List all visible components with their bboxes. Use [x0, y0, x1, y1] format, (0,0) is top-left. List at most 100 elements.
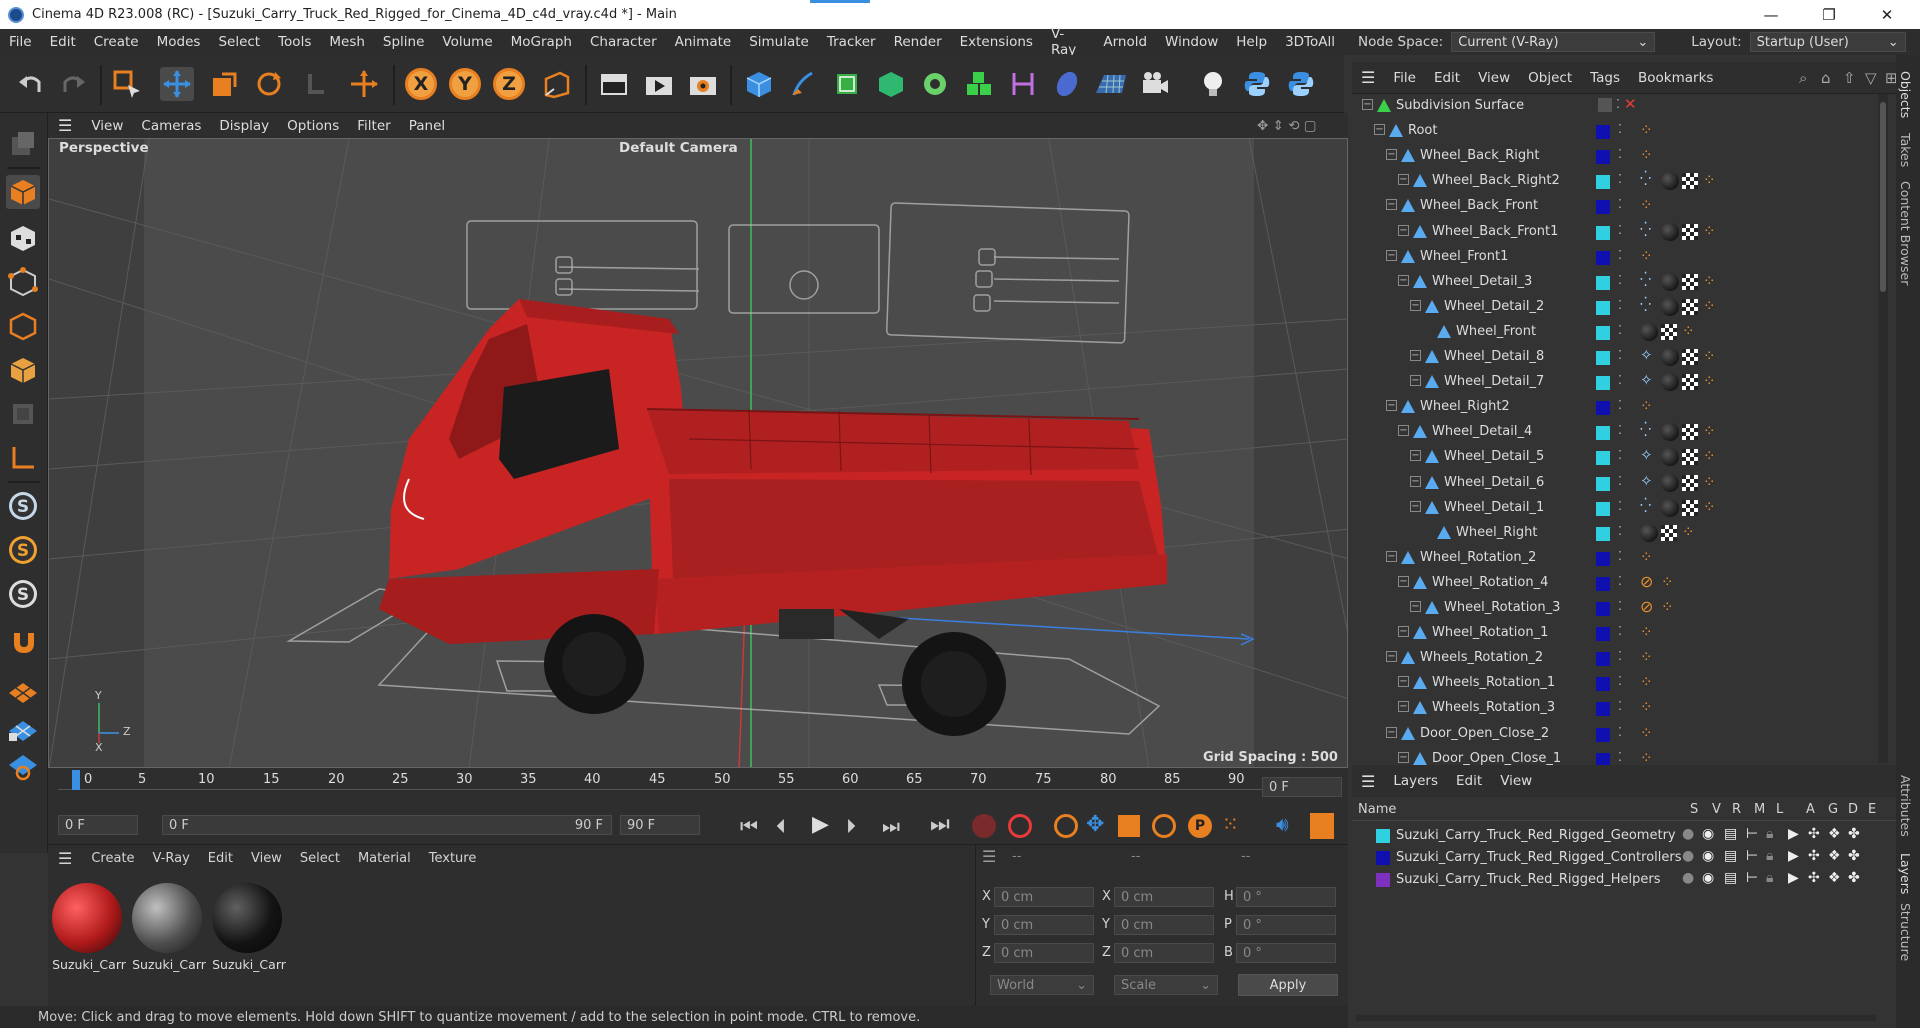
hamburger-icon[interactable]: ☰ [982, 847, 996, 866]
constraint-tag-icon[interactable]: ⁘ [1703, 372, 1716, 390]
render-settings-button[interactable] [686, 67, 720, 101]
object-row[interactable]: − Wheel_Detail_5 ⁚ ✧ ⁘ [1352, 445, 1896, 470]
layer-color-swatch[interactable] [1596, 602, 1610, 616]
visibility-dots-icon[interactable]: ⁚ [1618, 574, 1622, 588]
constraint-tag-icon[interactable]: ⁘ [1661, 598, 1674, 616]
visibility-dots-icon[interactable]: ⁚ [1616, 97, 1620, 111]
material-menu-material[interactable]: Material [349, 851, 420, 866]
hamburger-icon[interactable]: ☰ [1352, 772, 1384, 791]
animation-play-icon[interactable]: ▶ [1788, 826, 1799, 842]
move-tool-button[interactable] [160, 67, 194, 101]
visibility-dots-icon[interactable]: ⁚ [1618, 398, 1622, 412]
visibility-dots-icon[interactable]: ⁚ [1618, 674, 1622, 688]
visibility-dots-icon[interactable]: ⁚ [1618, 474, 1622, 488]
minimize-button[interactable]: — [1748, 0, 1794, 29]
constraint-tag-icon[interactable]: ⁘ [1640, 673, 1653, 691]
mograph-cloner-button[interactable] [918, 67, 952, 101]
cube-button[interactable] [742, 67, 776, 101]
eye-icon[interactable]: ◉ [1702, 826, 1714, 842]
polygon-selection-tag-icon[interactable]: ⁛ [1640, 272, 1651, 288]
play-icon[interactable]: ▶ [812, 812, 829, 837]
layer-color-swatch[interactable] [1596, 376, 1610, 391]
object-menu-file[interactable]: File [1384, 70, 1425, 86]
generator-icon[interactable]: ✣ [1808, 870, 1820, 886]
object-row[interactable]: − Wheel_Back_Right2 ⁚ ⁛ ⁘ [1352, 169, 1896, 194]
menu-volume[interactable]: Volume [433, 34, 501, 50]
expand-toggle-icon[interactable]: − [1398, 751, 1409, 763]
go-to-end-2-icon[interactable]: ⏭ [930, 812, 950, 837]
render-icon[interactable]: ▤ [1724, 848, 1737, 864]
coord-mode-select[interactable]: Scale ⌄ [1114, 975, 1218, 995]
viewport-menu-view[interactable]: View [82, 118, 132, 134]
material-tag-icon[interactable] [1661, 348, 1679, 366]
python-script-button[interactable] [1240, 67, 1274, 101]
layer-color-swatch[interactable] [1596, 125, 1610, 140]
expand-toggle-icon[interactable]: − [1410, 350, 1421, 361]
bend-button[interactable] [1006, 67, 1040, 101]
material-menu-select[interactable]: Select [291, 851, 349, 866]
constraint-tag-icon[interactable]: ⁘ [1703, 473, 1716, 491]
expand-toggle-icon[interactable]: − [1398, 274, 1409, 286]
layer-color-swatch[interactable] [1596, 426, 1610, 441]
object-row[interactable]: − Subdivision Surface ⁚ ✕ [1352, 94, 1896, 119]
visibility-dots-icon[interactable]: ⁚ [1618, 122, 1622, 136]
object-row[interactable]: − Wheels_Rotation_3 ⁚ ⁘ [1352, 696, 1896, 721]
texture-tag-icon[interactable] [1682, 173, 1698, 190]
expand-toggle-icon[interactable]: − [1398, 575, 1409, 587]
recent-tool-button[interactable] [299, 67, 333, 101]
object-row[interactable]: − Wheel_Front1 ⁚ ⁘ [1352, 245, 1896, 270]
expand-toggle-icon[interactable]: − [1410, 375, 1421, 387]
layer-color-swatch[interactable] [1596, 476, 1610, 491]
eye-icon[interactable]: ◉ [1702, 870, 1714, 886]
constraint-tag-icon[interactable]: ⁘ [1682, 523, 1695, 541]
deformer-button[interactable] [962, 67, 996, 101]
material-menu-edit[interactable]: Edit [199, 851, 242, 866]
constraint-tag-icon[interactable]: ⁘ [1661, 573, 1674, 591]
snap-s1-button[interactable]: S [6, 489, 40, 523]
make-editable-button[interactable] [6, 127, 40, 161]
object-row[interactable]: − Wheels_Rotation_1 ⁚ ⁘ [1352, 671, 1896, 696]
menu-animate[interactable]: Animate [666, 34, 741, 50]
current-frame-field[interactable]: 0 F [1262, 777, 1342, 797]
rotation-h-field[interactable]: 0 ° [1236, 887, 1336, 907]
menu-create[interactable]: Create [85, 34, 148, 50]
object-row[interactable]: − Wheel_Detail_1 ⁚ ⁛ ⁘ [1352, 496, 1896, 521]
constraint-tag-icon[interactable]: ⁘ [1640, 648, 1653, 666]
menu-render[interactable]: Render [885, 34, 951, 50]
menu-window[interactable]: Window [1156, 34, 1227, 50]
eye-icon[interactable]: ◉ [1702, 848, 1714, 864]
texture-tag-icon[interactable] [1682, 374, 1698, 391]
live-selection-button[interactable] [110, 67, 144, 101]
layer-swatch[interactable] [1598, 98, 1612, 112]
point-mode-button[interactable] [6, 265, 40, 299]
timeline-film-icon[interactable] [1310, 813, 1334, 839]
layer-color-swatch[interactable] [1596, 150, 1610, 165]
layer-color-swatch[interactable] [1596, 300, 1610, 315]
layer-color-swatch[interactable] [1596, 627, 1610, 642]
visibility-dots-icon[interactable]: ⁚ [1618, 499, 1622, 513]
menu-arnold[interactable]: Arnold [1094, 34, 1156, 50]
pen-button[interactable] [786, 67, 820, 101]
layer-color-swatch[interactable] [1596, 401, 1610, 416]
material-tag-icon[interactable] [1661, 297, 1679, 316]
layer-color-swatch[interactable] [1596, 250, 1610, 265]
visibility-dots-icon[interactable]: ⁚ [1618, 725, 1622, 739]
object-row[interactable]: − Wheel_Detail_6 ⁚ ✧ ⁘ [1352, 471, 1896, 496]
material-tag-icon[interactable] [1661, 498, 1679, 517]
object-menu-edit[interactable]: Edit [1425, 70, 1469, 86]
solo-button[interactable] [6, 749, 40, 783]
material-tag-icon[interactable] [1661, 373, 1679, 392]
expand-toggle-icon[interactable]: − [1410, 299, 1421, 311]
texture-tag-icon[interactable] [1682, 298, 1698, 315]
expand-toggle-icon[interactable]: − [1398, 425, 1409, 437]
constraint-tag-icon[interactable]: ⁘ [1703, 171, 1716, 189]
layer-color-swatch[interactable] [1596, 325, 1610, 340]
layer-color-swatch[interactable] [1596, 551, 1610, 566]
uv-mode-button[interactable] [6, 397, 40, 431]
menu-simulate[interactable]: Simulate [740, 34, 818, 50]
layer-menu-view[interactable]: View [1491, 773, 1541, 789]
animation-play-icon[interactable]: ▶ [1788, 848, 1799, 864]
render-picture-viewer-button[interactable] [642, 67, 676, 101]
node-space-select[interactable]: Current (V-Ray) ⌄ [1451, 32, 1656, 52]
constraint-tag-icon[interactable]: ⁘ [1682, 322, 1695, 340]
